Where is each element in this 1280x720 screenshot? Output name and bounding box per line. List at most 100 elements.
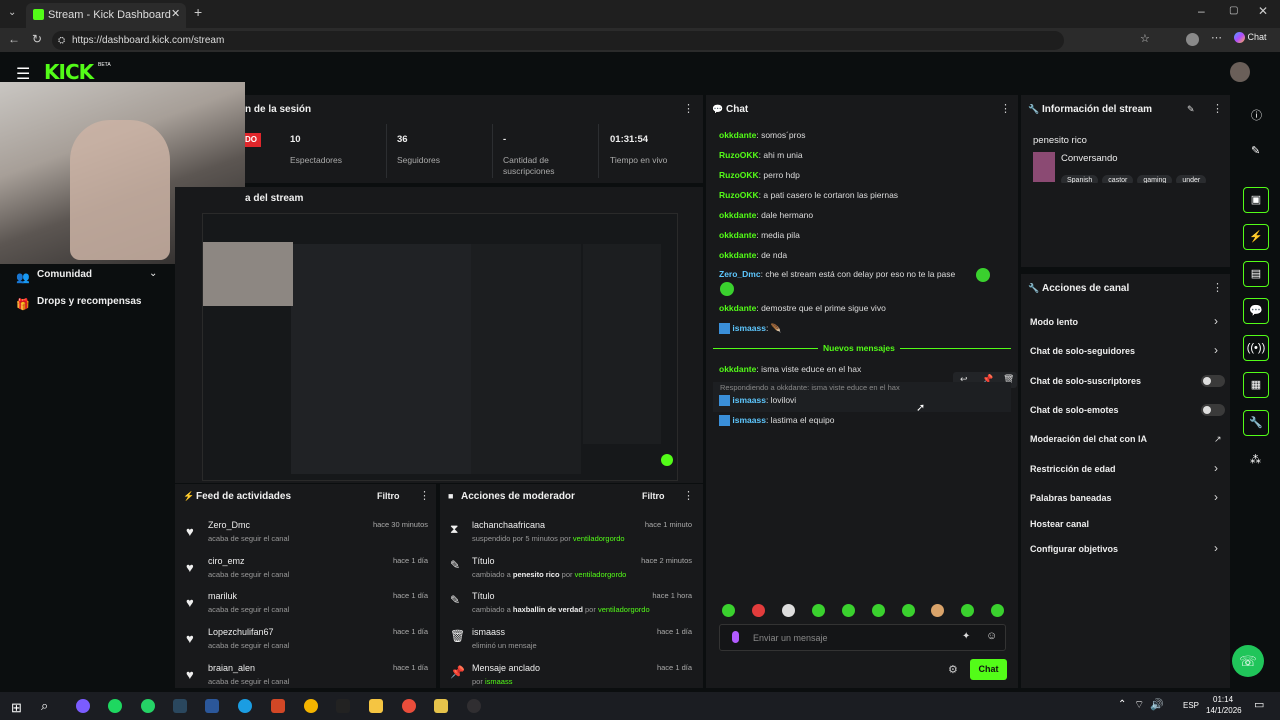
rail-button-broadcast[interactable]: ((•)) [1243, 335, 1269, 361]
mod-menu-icon[interactable]: ⋮ [683, 489, 694, 502]
chevron-right-icon[interactable]: › [1214, 541, 1218, 555]
emote-icon[interactable] [842, 604, 855, 617]
start-icon[interactable]: ⊞ [11, 700, 22, 716]
emote-icon[interactable] [812, 604, 825, 617]
tab-list-icon[interactable]: ⌄ [8, 7, 16, 18]
chat-username[interactable]: Zero_Dmc [719, 269, 761, 279]
external-link-icon[interactable]: ↗ [1214, 434, 1222, 445]
list-item[interactable]: ✎ Título cambiado a haxballin de verdad … [450, 591, 696, 625]
list-item[interactable]: ♥ mariluk acaba de seguir el canal hace … [184, 591, 434, 625]
new-tab-icon[interactable]: + [194, 4, 202, 20]
emote-icon[interactable] [931, 604, 944, 617]
powerpoint-icon[interactable] [271, 699, 285, 713]
chat-username[interactable]: okkdante [719, 210, 756, 220]
chat-username[interactable]: RuzoOKK [719, 170, 759, 180]
activity-filter-button[interactable]: Filtro [377, 491, 400, 501]
action-subscribers-only[interactable]: Chat de solo-suscriptores [1030, 376, 1141, 386]
rail-button-wrench[interactable]: 🔧 [1243, 410, 1269, 436]
tag-chip[interactable]: gaming [1137, 175, 1173, 183]
mod-actor[interactable]: ventiladorgordo [575, 570, 627, 579]
emote-icon[interactable] [722, 604, 735, 617]
connections-icon[interactable]: ⁂ [1250, 453, 1261, 466]
emoji-picker-icon[interactable]: ☺ [986, 630, 997, 642]
sidebar-item-drops[interactable]: 🎁 Drops y recompensas [16, 295, 166, 311]
chat-message[interactable]: Zero_Dmc: che el stream está con delay p… [719, 269, 955, 279]
chat-username[interactable]: okkdante [719, 250, 756, 260]
user-avatar[interactable] [1230, 62, 1250, 82]
mod-actor[interactable]: ventiladorgordo [598, 605, 650, 614]
close-window-icon[interactable]: ✕ [1258, 4, 1268, 18]
info-icon[interactable]: ⓘ [1251, 107, 1262, 123]
channel-actions-menu-icon[interactable]: ⋮ [1212, 281, 1223, 294]
notifications-icon[interactable]: ▭ [1254, 698, 1264, 711]
rail-button-screenshot[interactable]: ▣ [1243, 187, 1269, 213]
search-icon[interactable]: ⌕ [41, 698, 48, 714]
translate-icon[interactable]: ✦ [962, 631, 970, 642]
edit-icon[interactable]: ✎ [1187, 104, 1195, 115]
chat-menu-icon[interactable]: ⋮ [1000, 102, 1011, 115]
rail-button-chat[interactable]: 💬 [1243, 298, 1269, 324]
tag-chip[interactable]: castor [1102, 175, 1134, 183]
browser-menu-icon[interactable]: ⋯ [1211, 31, 1222, 44]
wifi-icon[interactable]: ⌔ [1134, 698, 1144, 712]
edge-icon[interactable] [238, 699, 252, 713]
emote-icon[interactable] [902, 604, 915, 617]
action-emotes-only[interactable]: Chat de solo-emotes [1030, 405, 1119, 415]
action-set-goals[interactable]: Configurar objetivos [1030, 544, 1118, 554]
action-host-channel[interactable]: Hostear canal [1030, 519, 1089, 529]
chat-username[interactable]: okkdante [719, 364, 756, 374]
clock-time[interactable]: 01:14 [1213, 695, 1233, 704]
list-item[interactable]: ♥ Zero_Dmc acaba de seguir el canal hace… [184, 520, 434, 554]
chat-message[interactable]: RuzoOKK: ahi m unia [719, 150, 803, 160]
action-ai-moderation[interactable]: Moderación del chat con IA [1030, 434, 1147, 444]
emote-icon[interactable] [991, 604, 1004, 617]
chat-message[interactable]: okkdante: somos´pros [719, 130, 805, 140]
close-tab-icon[interactable]: ✕ [171, 7, 180, 20]
chat-settings-icon[interactable]: ⚙ [948, 663, 958, 676]
favorites-icon[interactable]: ☆ [1140, 32, 1150, 45]
list-item[interactable]: ✎ Título cambiado a penesito rico por ve… [450, 556, 696, 590]
action-slow-mode[interactable]: Modo lento [1030, 317, 1078, 327]
list-item[interactable]: ⧗ lachanchaafricana suspendido por 5 min… [450, 520, 696, 554]
activity-menu-icon[interactable]: ⋮ [419, 489, 430, 502]
chat-message[interactable]: RuzoOKK: perro hdp [719, 170, 800, 180]
copilot-chat-button[interactable]: Chat [1234, 32, 1267, 44]
profile-avatar[interactable] [1186, 33, 1199, 46]
volume-icon[interactable]: 🔊 [1150, 698, 1164, 711]
chat-message[interactable]: RuzoOKK: a pati casero le cortaron las p… [719, 190, 898, 200]
emotes-only-toggle[interactable] [1201, 404, 1225, 416]
maximize-icon[interactable]: ▢ [1229, 5, 1238, 16]
emote-icon[interactable] [752, 604, 765, 617]
emote-icon[interactable] [961, 604, 974, 617]
back-icon[interactable]: ← [8, 32, 20, 46]
stream-preview-video[interactable] [202, 213, 678, 481]
mod-actor[interactable]: ventiladorgordo [573, 534, 625, 543]
chevron-right-icon[interactable]: › [1214, 314, 1218, 328]
list-item[interactable]: ♥ Lopezchulifan67 acaba de seguir el can… [184, 627, 434, 661]
chat-username[interactable]: ismaass [732, 323, 766, 333]
list-item[interactable]: 📌 Mensaje anclado por ismaass hace 1 día [450, 663, 696, 687]
whatsapp-icon[interactable] [141, 699, 155, 713]
list-item[interactable]: 🗑 ismaass eliminó un mensaje hace 1 día [450, 627, 696, 661]
action-followers-only[interactable]: Chat de solo-seguidores [1030, 346, 1135, 356]
chat-input[interactable]: Enviar un mensaje ✦ ☺ [719, 624, 1006, 651]
subscribers-only-toggle[interactable] [1201, 375, 1225, 387]
chevron-right-icon[interactable]: › [1214, 343, 1218, 357]
reload-icon[interactable]: ↻ [32, 32, 42, 46]
spotify-icon[interactable] [108, 699, 122, 713]
sidebar-item-comunidad[interactable]: 👥 Comunidad ⌄ [16, 268, 166, 284]
chevron-right-icon[interactable]: › [1214, 490, 1218, 504]
action-banned-words[interactable]: Palabras baneadas [1030, 493, 1112, 503]
tray-chevron-icon[interactable]: ⌃ [1118, 699, 1126, 710]
list-item[interactable]: ♥ ciro_emz acaba de seguir el canal hace… [184, 556, 434, 590]
minimize-icon[interactable]: – [1198, 4, 1205, 18]
chat-message[interactable]: ismaass: lastima el equipo [719, 415, 834, 427]
chat-username[interactable]: ismaass [732, 415, 766, 425]
rail-button-document[interactable]: ▤ [1243, 261, 1269, 287]
browser-tab[interactable]: Stream - Kick Dashboard ✕ [26, 3, 186, 28]
chat-username[interactable]: okkdante [719, 230, 756, 240]
microphone-icon[interactable] [732, 631, 739, 643]
rail-button-layout[interactable]: ▦ [1243, 372, 1269, 398]
chat-username[interactable]: RuzoOKK [719, 190, 759, 200]
chat-username[interactable]: RuzoOKK [719, 150, 759, 160]
